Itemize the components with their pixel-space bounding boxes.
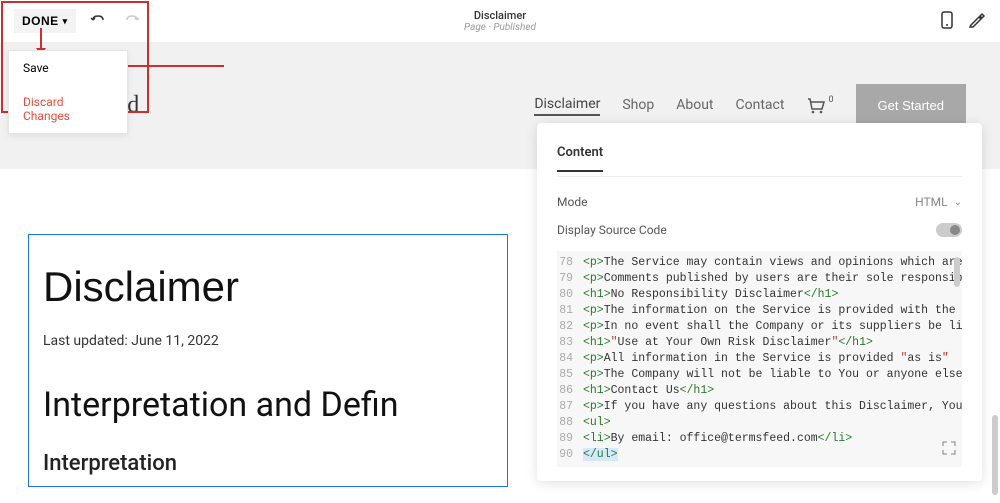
doc-title: Disclaimer <box>43 263 493 311</box>
mobile-icon <box>940 11 954 29</box>
doc-heading-3: Interpretation <box>43 451 493 476</box>
done-button[interactable]: DONE ▾ <box>14 9 76 33</box>
page-status: Page · Published <box>464 22 536 33</box>
doc-heading-2: Interpretation and Defin <box>43 385 493 425</box>
nav-contact[interactable]: Contact <box>736 97 785 115</box>
code-line[interactable]: 81<p>The information on the Service is p… <box>557 303 962 319</box>
chevron-down-icon: ⌄ <box>954 197 962 208</box>
code-line[interactable]: 82<p>In no event shall the Company or it… <box>557 319 962 335</box>
code-line[interactable]: 85<p>The Company will not be liable to Y… <box>557 367 962 383</box>
page-scrollbar[interactable] <box>992 415 998 495</box>
redo-icon <box>124 12 140 28</box>
nav-disclaimer[interactable]: Disclaimer <box>534 96 600 116</box>
nav-about[interactable]: About <box>676 97 713 115</box>
undo-button[interactable] <box>86 8 110 35</box>
cart-button[interactable]: 0 <box>806 97 833 115</box>
source-toggle[interactable] <box>936 223 962 237</box>
done-dropdown: Save Discard Changes <box>8 50 128 134</box>
doc-updated: Last updated: June 11, 2022 <box>43 333 493 349</box>
code-line[interactable]: 78<p>The Service may contain views and o… <box>557 255 962 271</box>
code-line[interactable]: 90</ul> <box>557 447 962 463</box>
code-line[interactable]: 83<h1>"Use at Your Own Risk Disclaimer"<… <box>557 335 962 351</box>
code-line[interactable]: 88<ul> <box>557 415 962 431</box>
scrollbar[interactable] <box>954 257 960 287</box>
styles-button[interactable] <box>968 11 986 32</box>
page-title: Disclaimer <box>464 9 536 22</box>
mode-select[interactable]: HTML ⌄ <box>915 195 962 209</box>
get-started-button[interactable]: Get Started <box>856 84 966 127</box>
cart-count: 0 <box>828 95 833 105</box>
nav-shop[interactable]: Shop <box>622 97 654 115</box>
page-content-block[interactable]: Disclaimer Last updated: June 11, 2022 I… <box>28 234 508 487</box>
discard-option[interactable]: Discard Changes <box>9 85 127 133</box>
device-preview-button[interactable] <box>940 11 954 32</box>
panel-tab-content[interactable]: Content <box>557 145 603 172</box>
cart-icon <box>806 97 826 115</box>
paintbrush-icon <box>968 11 986 29</box>
save-option[interactable]: Save <box>9 51 127 85</box>
chevron-down-icon: ▾ <box>63 16 68 27</box>
code-line[interactable]: 89<li>By email: office@termsfeed.com</li… <box>557 431 962 447</box>
expand-icon[interactable] <box>942 441 956 461</box>
undo-icon <box>90 12 106 28</box>
mode-label: Mode <box>557 195 587 209</box>
code-line[interactable]: 84<p>All information in the Service is p… <box>557 351 962 367</box>
content-panel: Content Mode HTML ⌄ Display Source Code … <box>537 123 982 481</box>
redo-button[interactable] <box>120 8 144 35</box>
code-line[interactable]: 80<h1>No Responsibility Disclaimer</h1> <box>557 287 962 303</box>
code-line[interactable]: 79<p>Comments published by users are the… <box>557 271 962 287</box>
code-editor[interactable]: 78<p>The Service may contain views and o… <box>557 251 962 467</box>
divider <box>557 176 962 177</box>
code-line[interactable]: 87<p>If you have any questions about thi… <box>557 399 962 415</box>
done-label: DONE <box>22 14 59 28</box>
source-toggle-label: Display Source Code <box>557 223 667 237</box>
code-line[interactable]: 86<h1>Contact Us</h1> <box>557 383 962 399</box>
